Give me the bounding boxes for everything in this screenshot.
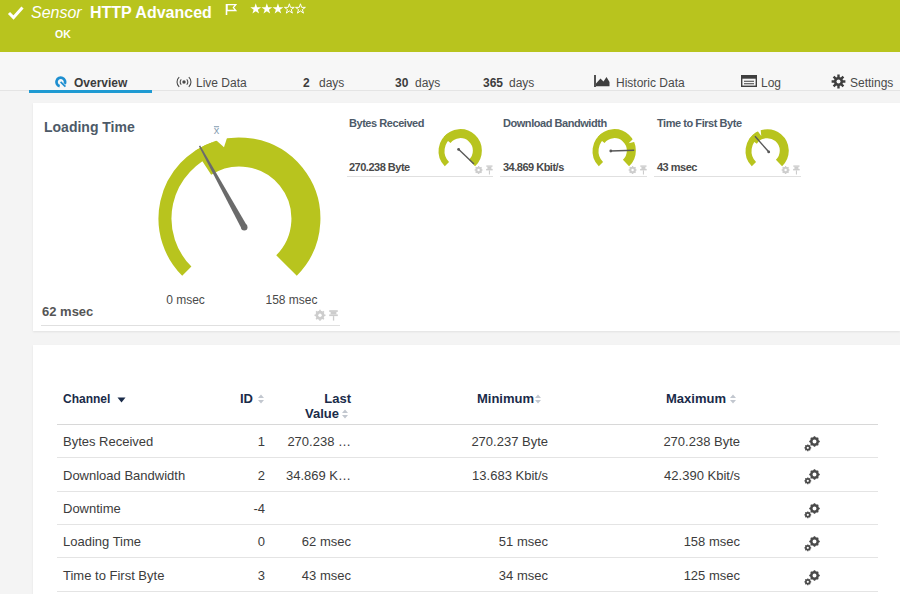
svg-text:x: x [214,124,220,136]
